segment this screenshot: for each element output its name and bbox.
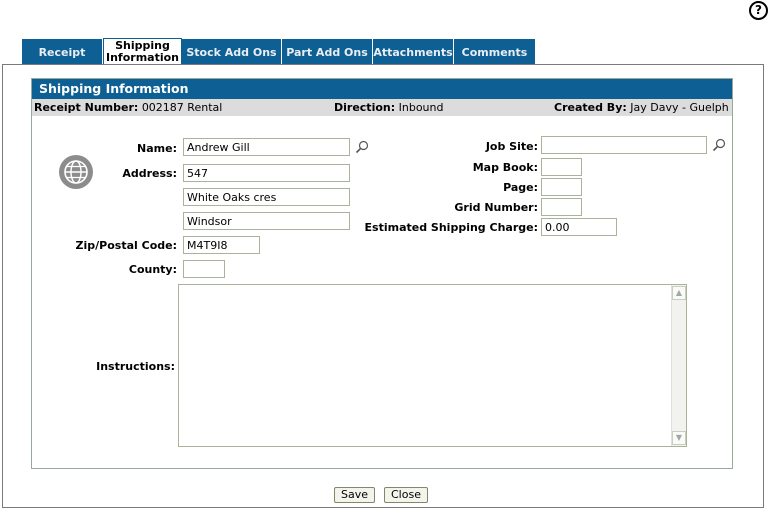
created-by-value: Jay Davy - Guelph bbox=[630, 101, 729, 114]
tab-comments[interactable]: Comments bbox=[454, 39, 536, 65]
direction-label: Direction: bbox=[334, 101, 396, 114]
shipping-charge-label: Estimated Shipping Charge: bbox=[364, 221, 538, 234]
shipping-charge-input[interactable] bbox=[541, 218, 617, 236]
county-input[interactable] bbox=[183, 260, 225, 278]
tab-stock-add-ons[interactable]: Stock Add Ons bbox=[182, 39, 282, 65]
tab-attachments[interactable]: Attachments bbox=[373, 39, 454, 65]
instructions-label: Instructions: bbox=[96, 360, 175, 373]
address-line2-input[interactable] bbox=[183, 188, 350, 206]
created-by-label: Created By: bbox=[554, 101, 627, 114]
globe-icon bbox=[59, 155, 93, 189]
name-lookup-icon[interactable] bbox=[355, 140, 369, 154]
page-input[interactable] bbox=[541, 178, 582, 196]
help-icon[interactable]: ? bbox=[749, 1, 768, 20]
panel-title: Shipping Information bbox=[32, 79, 732, 99]
page-label: Page: bbox=[503, 181, 538, 194]
mapbook-input[interactable] bbox=[541, 158, 582, 176]
address-label: Address: bbox=[122, 167, 177, 180]
close-button[interactable]: Close bbox=[384, 487, 428, 503]
address-line3-input[interactable] bbox=[183, 212, 350, 230]
save-button[interactable]: Save bbox=[334, 487, 376, 503]
receipt-info-bar: Receipt Number: 002187 Rental Direction:… bbox=[32, 99, 732, 116]
zip-input[interactable] bbox=[183, 236, 260, 254]
grid-number-input[interactable] bbox=[541, 198, 582, 216]
scroll-up-icon[interactable]: ▲ bbox=[672, 286, 686, 300]
tab-shipping-information[interactable]: Shipping Information bbox=[103, 38, 182, 65]
scroll-down-icon[interactable]: ▼ bbox=[672, 431, 686, 445]
name-label: Name: bbox=[137, 142, 177, 155]
mapbook-label: Map Book: bbox=[472, 161, 538, 174]
address-line1-input[interactable] bbox=[183, 164, 350, 182]
jobsite-label: Job Site: bbox=[485, 140, 538, 153]
receipt-number: Receipt Number: 002187 Rental bbox=[34, 99, 222, 116]
tab-shipping-line2: Information bbox=[106, 51, 179, 64]
created-by: Created By: Jay Davy - Guelph bbox=[554, 99, 729, 116]
zip-label: Zip/Postal Code: bbox=[75, 239, 177, 252]
receipt-number-value: 002187 Rental bbox=[141, 101, 223, 114]
instructions-scrollbar[interactable]: ▲ ▼ bbox=[671, 285, 686, 446]
grid-number-label: Grid Number: bbox=[454, 201, 538, 214]
tab-receipt[interactable]: Receipt bbox=[22, 39, 103, 65]
jobsite-lookup-icon[interactable] bbox=[712, 138, 726, 152]
direction-value: Inbound bbox=[398, 101, 444, 114]
name-input[interactable] bbox=[183, 138, 350, 156]
direction: Direction: Inbound bbox=[334, 99, 443, 116]
receipt-number-label: Receipt Number: bbox=[34, 101, 139, 114]
instructions-textarea[interactable] bbox=[178, 284, 687, 447]
tab-part-add-ons[interactable]: Part Add Ons bbox=[282, 39, 373, 65]
jobsite-input[interactable] bbox=[541, 136, 707, 154]
county-label: County: bbox=[128, 263, 177, 276]
